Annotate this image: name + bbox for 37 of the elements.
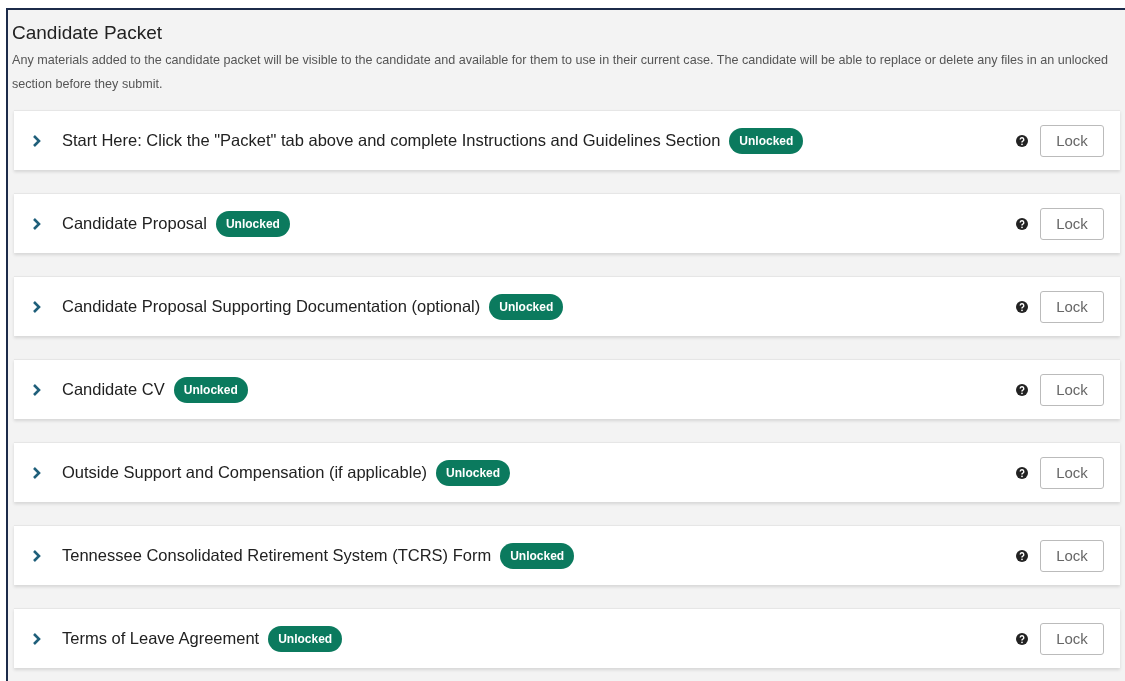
lock-button[interactable]: Lock xyxy=(1040,207,1104,240)
status-badge: Unlocked xyxy=(489,293,564,320)
section-title[interactable]: Candidate Proposal xyxy=(62,214,207,233)
help-icon[interactable] xyxy=(1016,383,1028,396)
section-title[interactable]: Candidate CV xyxy=(62,380,165,399)
lock-button[interactable]: Lock xyxy=(1040,456,1104,489)
lock-button[interactable]: Lock xyxy=(1040,373,1104,406)
help-icon[interactable] xyxy=(1016,134,1028,147)
status-badge: Unlocked xyxy=(268,625,343,652)
status-badge: Unlocked xyxy=(215,210,290,237)
lock-button[interactable]: Lock xyxy=(1040,124,1104,157)
status-badge: Unlocked xyxy=(500,542,575,569)
panel-title: Candidate Packet xyxy=(12,22,162,44)
lock-button[interactable]: Lock xyxy=(1040,539,1104,572)
section-title[interactable]: Candidate Proposal Supporting Documentation (optional) xyxy=(62,297,481,316)
help-icon[interactable] xyxy=(1016,466,1028,479)
status-badge: Unlocked xyxy=(436,459,511,486)
chevron-icon[interactable] xyxy=(32,216,42,231)
section-title[interactable]: Terms of Leave Agreement xyxy=(62,629,260,648)
chevron-icon[interactable] xyxy=(32,465,42,480)
panel-description: Any materials added to the candidate packet will be visible to the candidate and available for them to use in their current case. The candidate will be able to replace or delete any files in an unlocked section before they submit. xyxy=(12,52,1110,93)
lock-button[interactable]: Lock xyxy=(1040,622,1104,655)
status-badge: Unlocked xyxy=(173,376,248,403)
chevron-icon[interactable] xyxy=(32,631,42,646)
help-icon[interactable] xyxy=(1016,217,1028,230)
status-badge: Unlocked xyxy=(729,127,804,154)
section-title[interactable]: Tennessee Consolidated Retirement System (TCRS) Form xyxy=(62,546,492,565)
chevron-icon[interactable] xyxy=(32,299,42,314)
help-icon[interactable] xyxy=(1016,300,1028,313)
section-title[interactable]: Start Here: Click the "Packet" tab above and complete Instructions and Guidelines Section xyxy=(62,131,721,150)
lock-button[interactable]: Lock xyxy=(1040,290,1104,323)
section-title[interactable]: Outside Support and Compensation (if applicable) xyxy=(62,463,428,482)
chevron-icon[interactable] xyxy=(32,133,42,148)
help-icon[interactable] xyxy=(1016,549,1028,562)
chevron-icon[interactable] xyxy=(32,548,42,563)
chevron-icon[interactable] xyxy=(32,382,42,397)
help-icon[interactable] xyxy=(1016,632,1028,645)
